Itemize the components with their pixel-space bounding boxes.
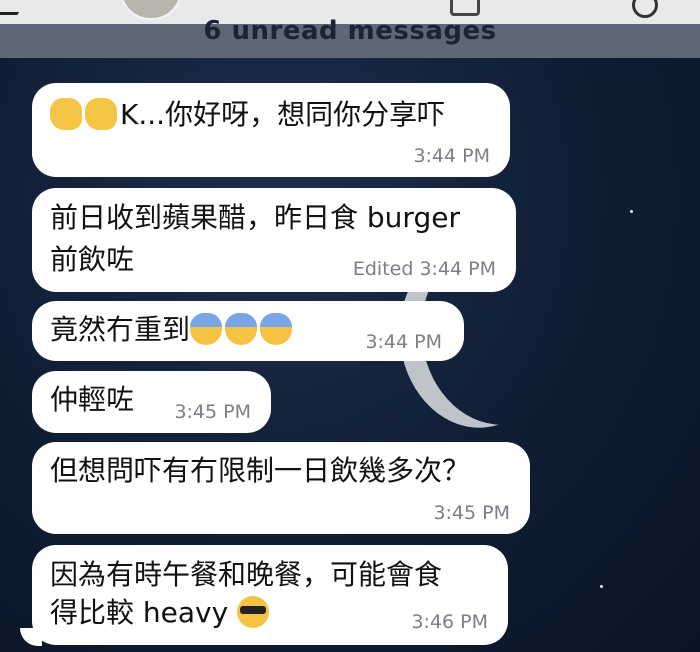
message-timestamp: 3:45 PM [174, 401, 251, 423]
message-text: 前飲咗 [50, 243, 135, 276]
message-bubble[interactable]: 前日收到蘋果醋，昨日食 burger 前飲咗 Edited 3:44 PM [32, 188, 516, 292]
message-timestamp: 3:44 PM [365, 331, 442, 353]
message-text-row: K...你好呀，想同你分享吓 [50, 95, 445, 135]
message-text: 因為有時午餐和晚餐，可能會食 [50, 558, 443, 591]
message-text: K...你好呀，想同你分享吓 [120, 98, 446, 131]
smiling-face-with-sunglasses-icon [237, 596, 270, 628]
unread-count-label: 6 unread messages [203, 16, 497, 46]
message-text-row: 竟然冇重到 [50, 310, 295, 350]
message-text: 仲輕咗 [50, 383, 135, 416]
star [630, 210, 633, 213]
waving-hand-icon [85, 98, 117, 130]
message-text-row: 得比較 heavy [50, 593, 272, 633]
message-text: 前日收到蘋果醋，昨日食 burger [50, 201, 460, 234]
back-icon[interactable] [0, 0, 31, 15]
call-icon[interactable] [632, 0, 658, 18]
message-timestamp: 3:45 PM [433, 502, 510, 524]
message-timestamp: 3:44 PM [413, 145, 490, 167]
face-screaming-in-fear-icon [260, 313, 293, 345]
face-screaming-in-fear-icon [190, 313, 223, 345]
video-call-icon[interactable] [450, 0, 480, 16]
unread-banner: 6 unread messages [0, 16, 700, 58]
avatar[interactable] [120, 0, 182, 20]
message-timestamp: 3:46 PM [411, 611, 488, 633]
message-meta: Edited 3:44 PM [353, 258, 496, 280]
message-bubble[interactable]: 竟然冇重到 3:44 PM [32, 301, 464, 361]
bubble-tail [20, 628, 42, 646]
edited-label: Edited [352, 258, 414, 280]
message-bubble[interactable]: 但想問吓有冇限制一日飲幾多次？ 3:45 PM [32, 442, 530, 534]
message-text: 竟然冇重到 [50, 313, 191, 346]
message-bubble[interactable]: 因為有時午餐和晚餐，可能會食 得比較 heavy 3:46 PM [32, 545, 508, 645]
star [600, 585, 603, 588]
message-text: 得比較 heavy [50, 596, 229, 629]
message-timestamp: 3:44 PM [419, 258, 496, 280]
message-text: 但想問吓有冇限制一日飲幾多次？ [50, 454, 471, 487]
message-bubble[interactable]: 仲輕咗 3:45 PM [32, 371, 271, 433]
waving-hand-icon [50, 98, 82, 130]
face-screaming-in-fear-icon [225, 313, 258, 345]
message-bubble[interactable]: K...你好呀，想同你分享吓 3:44 PM [32, 83, 510, 177]
